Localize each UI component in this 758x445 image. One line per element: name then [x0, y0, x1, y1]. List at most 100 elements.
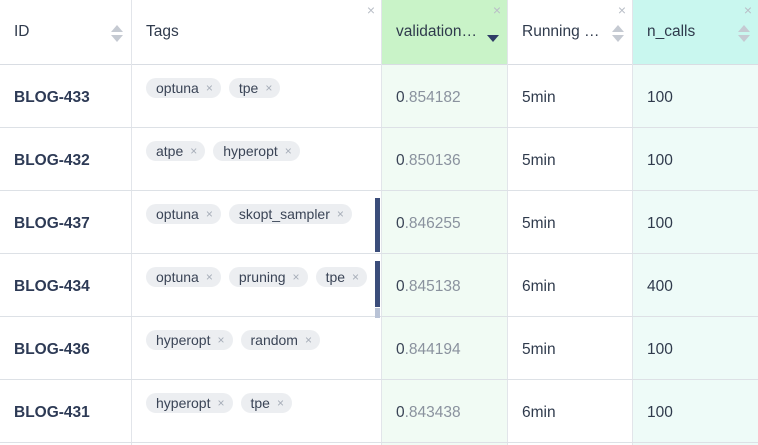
- remove-tag-icon[interactable]: ×: [217, 333, 224, 347]
- n-calls-cell: 100: [633, 317, 758, 379]
- run-id-link[interactable]: BLOG-432: [14, 152, 90, 170]
- tag-chip[interactable]: tpe ×: [240, 393, 292, 413]
- sort-descending-icon[interactable]: [487, 25, 499, 43]
- remove-tag-icon[interactable]: ×: [190, 144, 197, 158]
- n-calls-value: 100: [647, 152, 673, 169]
- tag-chip[interactable]: optuna ×: [146, 267, 221, 287]
- tags-cell: optuna × skopt_sampler ×: [132, 191, 381, 253]
- column-header-validation[interactable]: validation… ×: [382, 0, 507, 65]
- table-row[interactable]: BLOG-432 atpe × hyperopt × 0.850136 5min 10…: [0, 128, 758, 191]
- tag-label: tpe: [238, 80, 259, 96]
- close-icon[interactable]: ×: [493, 3, 501, 17]
- n-calls-value: 100: [647, 404, 673, 421]
- tag-list: optuna × skopt_sampler ×: [146, 204, 371, 224]
- tag-chip[interactable]: hyperopt ×: [213, 141, 300, 161]
- column-header-label: validation…: [396, 23, 477, 40]
- table-row[interactable]: BLOG-431 hyperopt × tpe × 0.843438 6min 100: [0, 380, 758, 443]
- tag-label: pruning: [238, 269, 286, 285]
- running-time-value: 6min: [522, 404, 556, 421]
- tag-list: optuna × pruning × tpe ×: [146, 267, 371, 287]
- running-time-value: 6min: [522, 278, 556, 295]
- running-time-value: 5min: [522, 215, 556, 232]
- validation-value: 0.843438: [396, 404, 461, 421]
- run-id-link[interactable]: BLOG-436: [14, 341, 90, 359]
- tag-label: hyperopt: [223, 143, 278, 159]
- tag-label: tpe: [325, 269, 346, 285]
- tags-scrollbar-track: [375, 308, 380, 318]
- id-cell[interactable]: BLOG-433: [0, 65, 131, 127]
- validation-cell: 0.854182: [382, 65, 507, 127]
- id-cell[interactable]: BLOG-434: [0, 254, 131, 316]
- column-header-running[interactable]: Running … ×: [508, 0, 632, 65]
- id-cell[interactable]: BLOG-436: [0, 317, 131, 379]
- n-calls-cell: 100: [633, 65, 758, 127]
- remove-tag-icon[interactable]: ×: [265, 81, 272, 95]
- tag-label: skopt_sampler: [238, 206, 330, 222]
- tag-chip[interactable]: pruning ×: [228, 267, 308, 287]
- n-calls-cell: 100: [633, 191, 758, 253]
- remove-tag-icon[interactable]: ×: [217, 396, 224, 410]
- running-time-cell: 5min: [508, 191, 632, 253]
- remove-tag-icon[interactable]: ×: [206, 81, 213, 95]
- sort-icon[interactable]: [612, 25, 624, 43]
- tag-chip[interactable]: atpe ×: [146, 141, 206, 161]
- remove-tag-icon[interactable]: ×: [293, 270, 300, 284]
- tag-label: optuna: [156, 80, 199, 96]
- remove-tag-icon[interactable]: ×: [206, 207, 213, 221]
- remove-tag-icon[interactable]: ×: [277, 396, 284, 410]
- running-time-value: 5min: [522, 341, 556, 358]
- tags-cell: optuna × tpe ×: [132, 65, 381, 127]
- validation-cell: 0.850136: [382, 128, 507, 190]
- remove-tag-icon[interactable]: ×: [285, 144, 292, 158]
- tag-chip[interactable]: hyperopt ×: [146, 330, 233, 350]
- run-id-link[interactable]: BLOG-433: [14, 89, 90, 107]
- tags-scrollbar[interactable]: [375, 261, 380, 307]
- remove-tag-icon[interactable]: ×: [206, 270, 213, 284]
- running-time-cell: 6min: [508, 380, 632, 442]
- remove-tag-icon[interactable]: ×: [352, 270, 359, 284]
- column-header-label: Tags: [146, 23, 179, 40]
- tag-chip[interactable]: random ×: [240, 330, 320, 350]
- tag-chip[interactable]: hyperopt ×: [146, 393, 233, 413]
- column-header-label: ID: [14, 23, 30, 40]
- column-header-tags[interactable]: Tags ×: [132, 0, 381, 65]
- tag-chip[interactable]: optuna ×: [146, 78, 221, 98]
- column-header-label: Running …: [522, 23, 600, 40]
- tags-cell: hyperopt × random ×: [132, 317, 381, 379]
- tag-label: hyperopt: [156, 395, 211, 411]
- column-header-id[interactable]: ID: [0, 0, 131, 65]
- table-row[interactable]: BLOG-436 hyperopt × random × 0.844194 5min …: [0, 317, 758, 380]
- close-icon[interactable]: ×: [367, 3, 375, 17]
- tags-cell: optuna × pruning × tpe ×: [132, 254, 381, 316]
- n-calls-cell: 400: [633, 254, 758, 316]
- run-id-link[interactable]: BLOG-437: [14, 215, 90, 233]
- close-icon[interactable]: ×: [744, 3, 752, 17]
- sort-icon[interactable]: [111, 25, 123, 43]
- validation-cell: 0.845138: [382, 254, 507, 316]
- close-icon[interactable]: ×: [618, 3, 626, 17]
- tag-chip[interactable]: tpe ×: [315, 267, 368, 287]
- tag-chip[interactable]: tpe ×: [228, 78, 281, 98]
- run-id-link[interactable]: BLOG-434: [14, 278, 90, 296]
- run-id-link[interactable]: BLOG-431: [14, 404, 90, 422]
- tag-label: optuna: [156, 269, 199, 285]
- tags-scrollbar[interactable]: [375, 198, 380, 252]
- column-header-n-calls[interactable]: n_calls ×: [633, 0, 758, 65]
- remove-tag-icon[interactable]: ×: [337, 207, 344, 221]
- validation-cell: 0.843438: [382, 380, 507, 442]
- sort-icon[interactable]: [738, 25, 750, 43]
- id-cell[interactable]: BLOG-431: [0, 380, 131, 442]
- tag-chip[interactable]: skopt_sampler ×: [228, 204, 352, 224]
- tag-list: optuna × tpe ×: [146, 78, 371, 98]
- n-calls-cell: 100: [633, 128, 758, 190]
- remove-tag-icon[interactable]: ×: [305, 333, 312, 347]
- tags-cell: hyperopt × tpe ×: [132, 380, 381, 442]
- id-cell[interactable]: BLOG-437: [0, 191, 131, 253]
- tag-label: random: [250, 332, 298, 348]
- running-time-cell: 5min: [508, 128, 632, 190]
- tag-chip[interactable]: optuna ×: [146, 204, 221, 224]
- runs-table: ID Tags × validation… × Running … × n_ca…: [0, 0, 758, 445]
- table-row[interactable]: BLOG-433 optuna × tpe × 0.854182 5min 100: [0, 65, 758, 128]
- id-cell[interactable]: BLOG-432: [0, 128, 131, 190]
- tag-label: atpe: [156, 143, 184, 159]
